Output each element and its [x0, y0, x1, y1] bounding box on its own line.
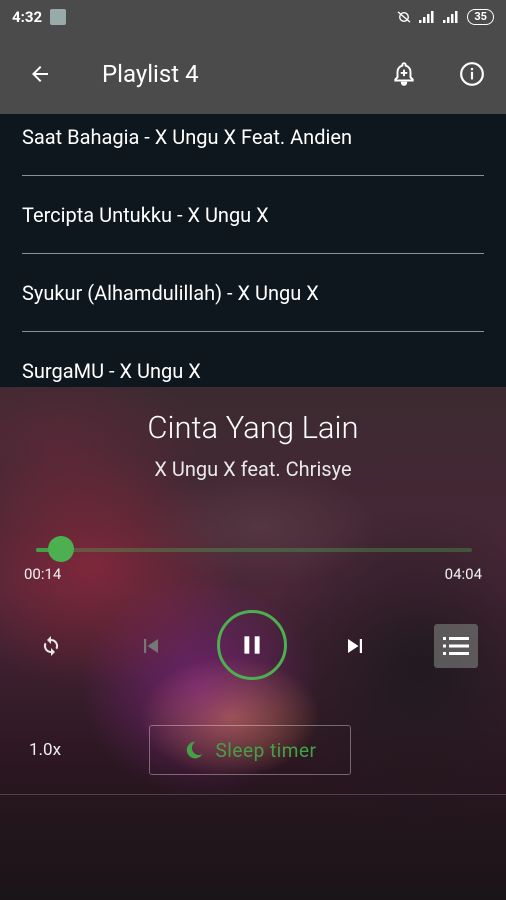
- list-item-label: SurgaMU - X Ungu X: [22, 359, 201, 383]
- notification-icon: [50, 9, 67, 25]
- moon-icon: [186, 741, 202, 759]
- total-duration: 04:04: [444, 565, 482, 583]
- info-icon: [460, 62, 484, 86]
- status-time: 4:32: [12, 8, 43, 26]
- song-title: Cinta Yang Lain: [147, 409, 359, 446]
- battery-indicator: 35: [467, 9, 494, 25]
- queue-button[interactable]: [434, 624, 478, 668]
- previous-button[interactable]: [130, 625, 172, 667]
- list-item[interactable]: Syukur (Alhamdulillah) - X Ungu X: [22, 254, 484, 332]
- sleep-timer-label: Sleep timer: [215, 738, 317, 762]
- pause-icon: [244, 636, 260, 654]
- list-item[interactable]: SurgaMU - X Ungu X: [22, 332, 484, 388]
- sleep-timer-button[interactable]: Sleep timer: [149, 725, 351, 775]
- skip-previous-icon: [144, 639, 158, 653]
- page-title: Playlist 4: [102, 60, 199, 88]
- pause-button[interactable]: [217, 610, 287, 680]
- back-button[interactable]: [0, 34, 80, 114]
- status-bar: 4:32 35: [0, 0, 506, 34]
- bell-add-icon: [394, 62, 414, 86]
- next-button[interactable]: [334, 625, 376, 667]
- repeat-icon: [43, 636, 59, 656]
- queue-list-icon: [443, 637, 469, 655]
- song-artist: X Ungu X feat. Chrisye: [154, 457, 352, 481]
- list-item[interactable]: Tercipta Untukku - X Ungu X: [22, 176, 484, 254]
- seek-bar[interactable]: [36, 548, 472, 552]
- signal-icon: [419, 11, 434, 23]
- repeat-button[interactable]: [30, 625, 72, 667]
- list-item-label: Tercipta Untukku - X Ungu X: [22, 202, 269, 227]
- playback-speed[interactable]: 1.0x: [29, 740, 61, 760]
- list-item-label: Saat Bahagia - X Ungu X Feat. Andien: [22, 124, 353, 149]
- divider: [0, 794, 506, 795]
- app-bar: Playlist 4: [0, 34, 506, 114]
- skip-next-icon: [348, 639, 362, 653]
- arrow-back-icon: [32, 66, 48, 82]
- alarm-off-icon: [397, 11, 411, 23]
- list-item-label: Syukur (Alhamdulillah) - X Ungu X: [22, 280, 319, 305]
- seek-bar-thumb[interactable]: [47, 536, 74, 562]
- playlist: Saat Bahagia - X Ungu X Feat. Andien Ter…: [0, 114, 506, 388]
- add-alert-button[interactable]: [370, 34, 438, 114]
- elapsed-time: 00:14: [24, 565, 62, 583]
- now-playing-panel: Cinta Yang Lain X Ungu X feat. Chrisye 0…: [0, 387, 506, 900]
- signal-icon-2: [443, 11, 458, 23]
- list-item[interactable]: Saat Bahagia - X Ungu X Feat. Andien: [22, 114, 484, 176]
- info-button[interactable]: [438, 34, 506, 114]
